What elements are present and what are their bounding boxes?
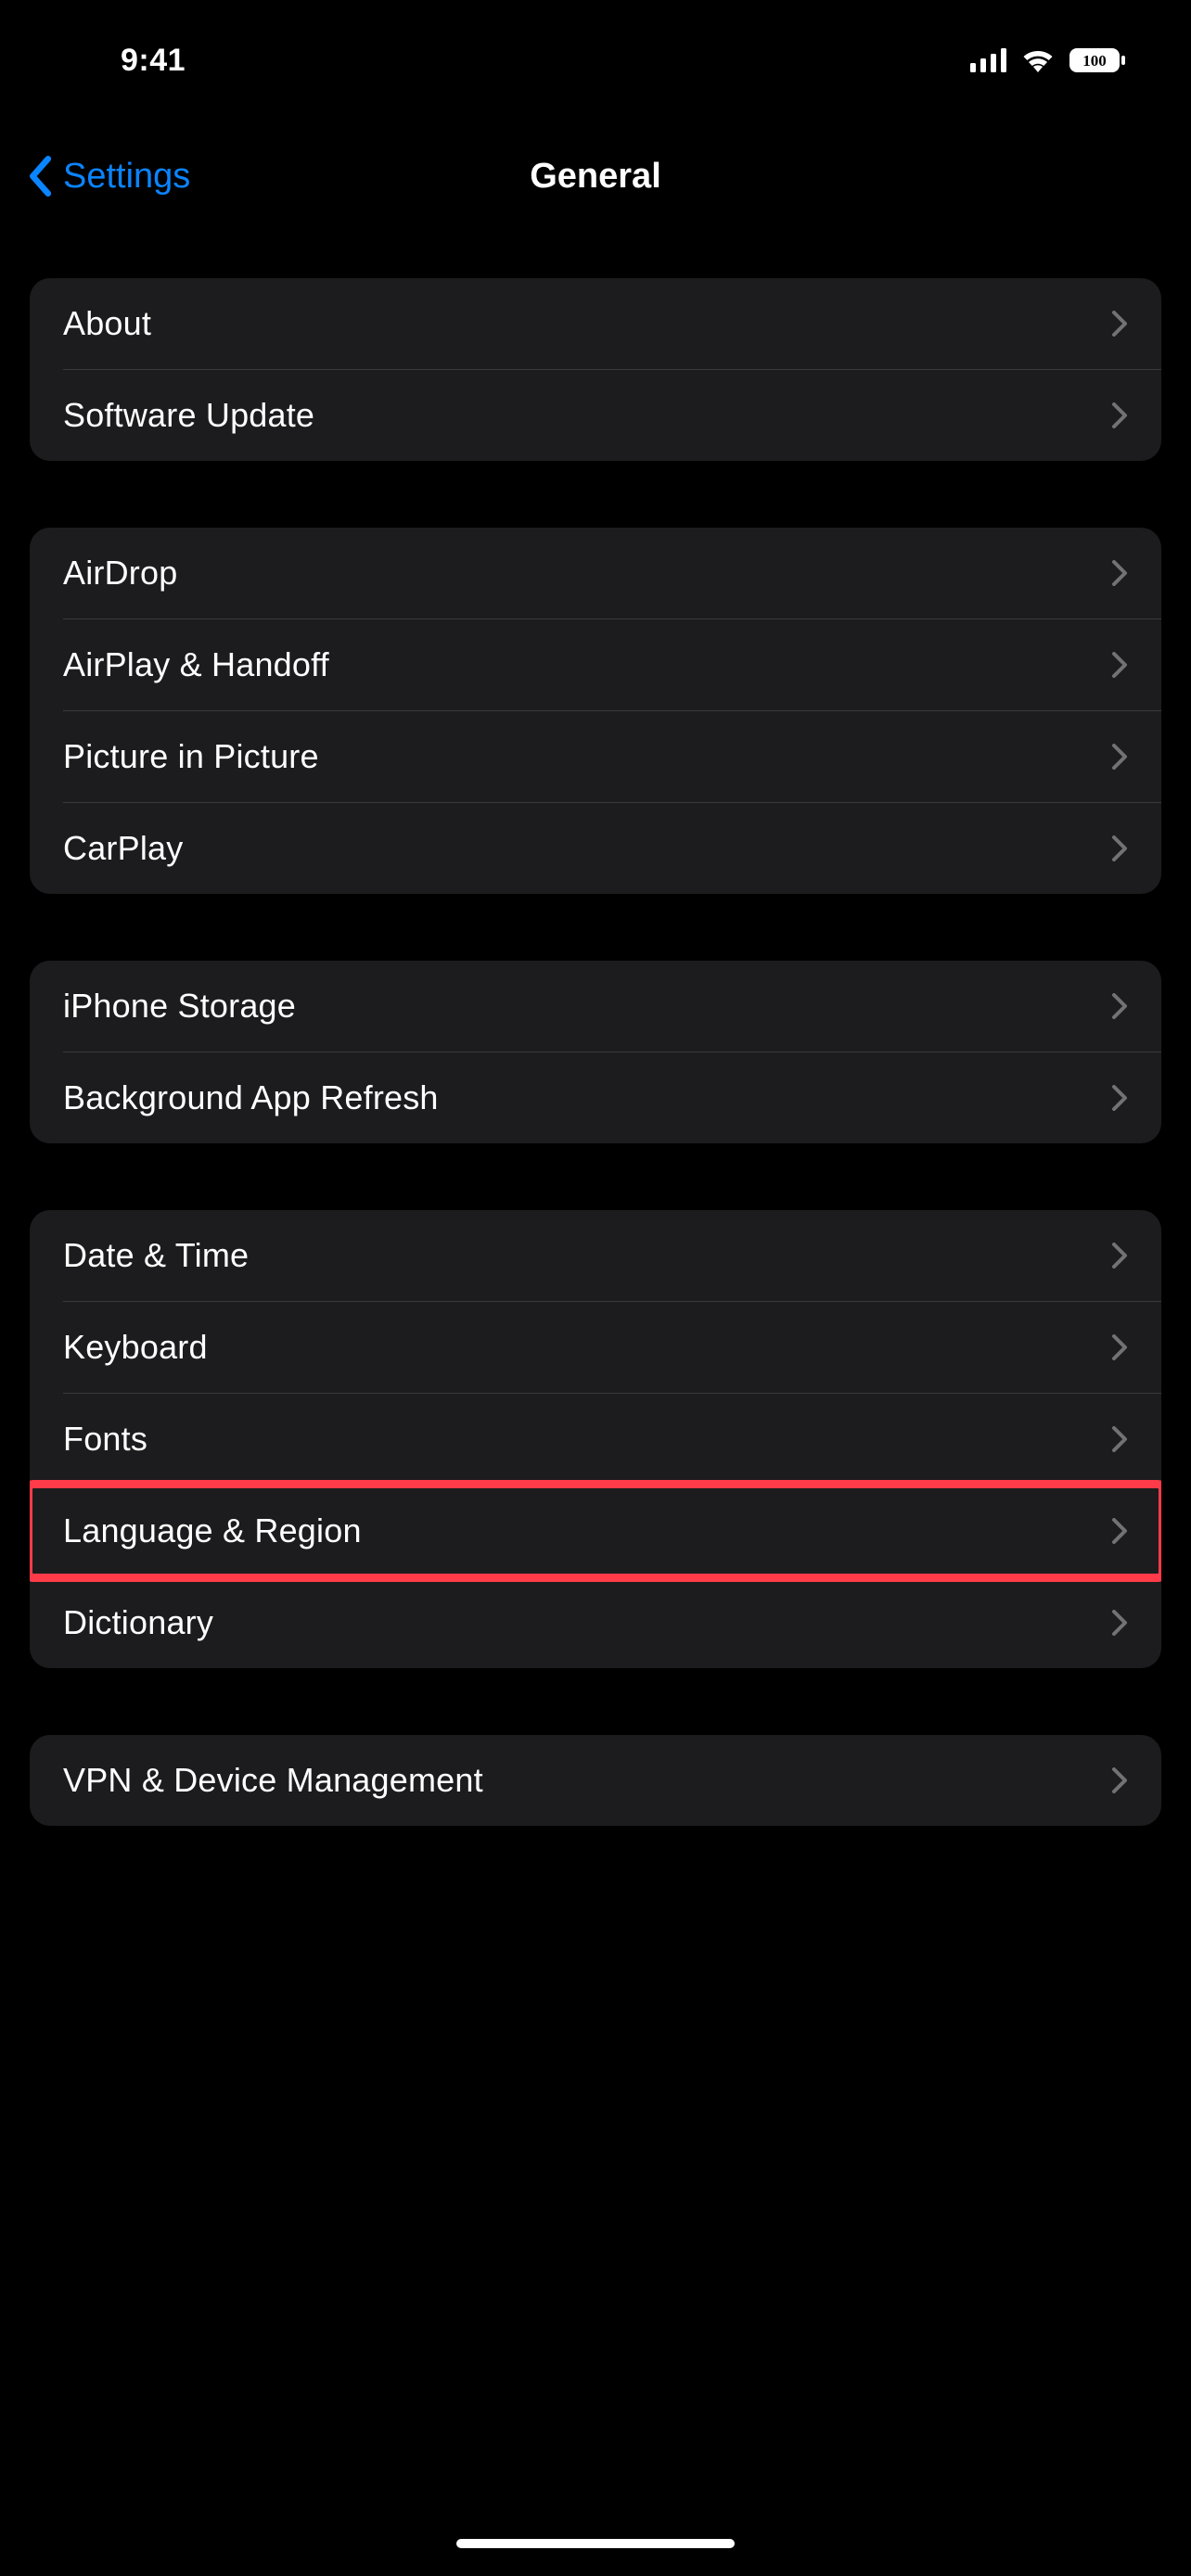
chevron-right-icon [1111,835,1128,862]
home-indicator [456,2539,735,2548]
page-title: General [530,157,661,197]
row-airdrop[interactable]: AirDrop [30,528,1161,618]
chevron-right-icon [1111,1084,1128,1112]
chevron-right-icon [1111,1242,1128,1269]
row-label: Fonts [63,1420,147,1459]
battery-icon: 100 [1069,47,1126,73]
row-language-region[interactable]: Language & Region [30,1486,1161,1576]
row-iphone-storage[interactable]: iPhone Storage [30,961,1161,1052]
chevron-right-icon [1111,1333,1128,1361]
chevron-left-icon [26,156,54,197]
status-bar: 9:41 100 [0,0,1191,102]
chevron-right-icon [1111,651,1128,679]
row-label: Keyboard [63,1328,208,1367]
chevron-right-icon [1111,1517,1128,1545]
chevron-right-icon [1111,1609,1128,1637]
status-time: 9:41 [56,24,186,79]
section-storage: iPhone Storage Background App Refresh [30,961,1161,1143]
row-airplay-handoff[interactable]: AirPlay & Handoff [30,619,1161,710]
section-info: About Software Update [30,278,1161,461]
chevron-right-icon [1111,402,1128,429]
chevron-right-icon [1111,559,1128,587]
row-label: VPN & Device Management [63,1761,483,1800]
chevron-right-icon [1111,310,1128,338]
row-keyboard[interactable]: Keyboard [30,1302,1161,1393]
content: About Software Update AirDrop AirPlay & Han… [0,223,1191,1826]
row-carplay[interactable]: CarPlay [30,803,1161,894]
row-label: iPhone Storage [63,987,296,1026]
row-label: Dictionary [63,1603,213,1642]
cellular-icon [970,48,1007,72]
row-dictionary[interactable]: Dictionary [30,1577,1161,1668]
row-about[interactable]: About [30,278,1161,369]
row-label: Software Update [63,396,314,435]
row-label: AirPlay & Handoff [63,645,329,684]
chevron-right-icon [1111,743,1128,771]
row-fonts[interactable]: Fonts [30,1394,1161,1485]
back-button[interactable]: Settings [26,156,190,197]
svg-text:100: 100 [1082,52,1107,70]
chevron-right-icon [1111,1766,1128,1794]
back-label: Settings [63,157,190,197]
chevron-right-icon [1111,992,1128,1020]
row-label: About [63,304,151,343]
section-connectivity: AirDrop AirPlay & Handoff Picture in Pictu… [30,528,1161,894]
row-date-time[interactable]: Date & Time [30,1210,1161,1301]
row-label: AirDrop [63,554,177,593]
row-background-app-refresh[interactable]: Background App Refresh [30,1052,1161,1143]
nav-header: Settings General [0,102,1191,223]
row-label: Language & Region [63,1511,362,1550]
row-software-update[interactable]: Software Update [30,370,1161,461]
status-icons: 100 [970,29,1135,73]
row-picture-in-picture[interactable]: Picture in Picture [30,711,1161,802]
row-label: CarPlay [63,829,183,868]
section-localization: Date & Time Keyboard Fonts Language & Regio… [30,1210,1161,1668]
section-management: VPN & Device Management [30,1735,1161,1826]
wifi-icon [1020,47,1056,73]
row-label: Date & Time [63,1236,249,1275]
chevron-right-icon [1111,1425,1128,1453]
row-vpn-device-management[interactable]: VPN & Device Management [30,1735,1161,1826]
row-label: Background App Refresh [63,1078,439,1117]
row-label: Picture in Picture [63,737,319,776]
